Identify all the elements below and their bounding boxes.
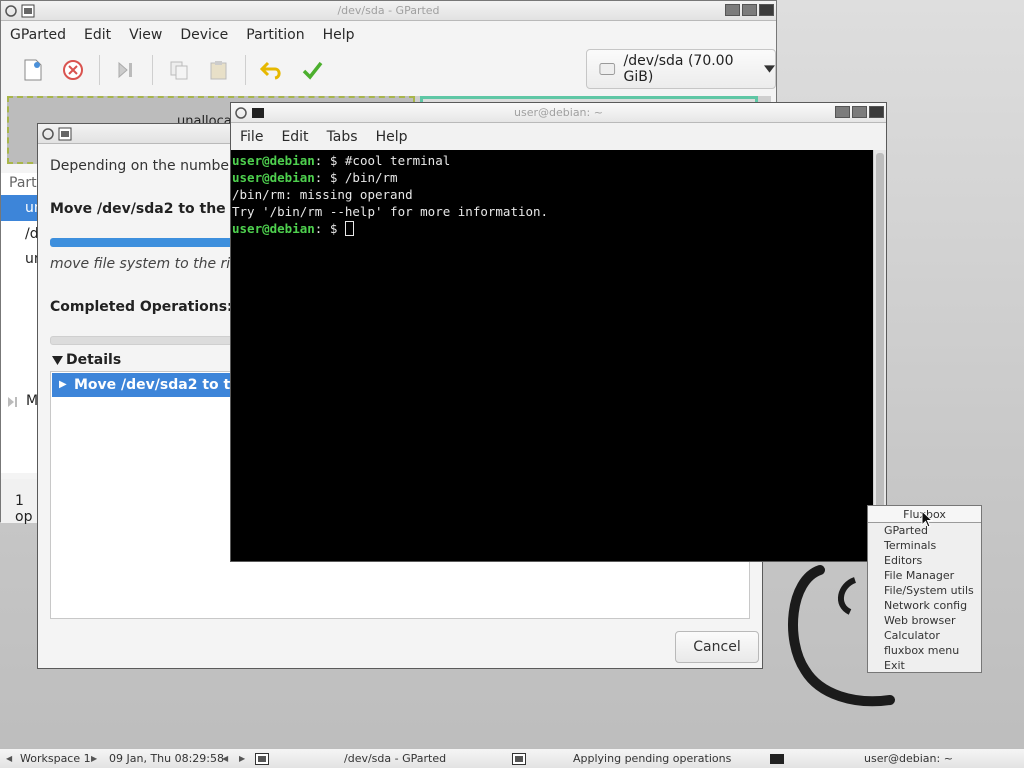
terminal-menubar: File Edit Tabs Help	[231, 124, 886, 150]
toolbar-separator	[99, 55, 100, 85]
menu-item-terminals[interactable]: Terminals	[868, 538, 981, 553]
debian-icon	[42, 128, 54, 140]
current-operation-subtitle: move file system to the right	[50, 256, 254, 272]
menu-edit[interactable]: Edit	[75, 27, 120, 43]
menu-partition[interactable]: Partition	[237, 27, 313, 43]
scrollbar-thumb[interactable]	[876, 153, 884, 553]
task-next-arrow[interactable]: ▶	[239, 749, 245, 768]
terminal-line: user@debian: $ /bin/rm	[232, 170, 398, 185]
menu-item-network-config[interactable]: Network config	[868, 598, 981, 613]
terminal-line: Try '/bin/rm --help' for more informatio…	[232, 204, 549, 219]
cancel-button[interactable]: Cancel	[675, 631, 759, 663]
delete-icon	[63, 60, 83, 80]
window-icon	[21, 4, 35, 18]
toolbar-separator	[152, 55, 153, 85]
device-label: /dev/sda (70.00 GiB)	[623, 53, 734, 85]
menu-edit[interactable]: Edit	[272, 129, 317, 145]
terminal-titlebar[interactable]: user@debian: ~	[231, 103, 886, 123]
menu-device[interactable]: Device	[171, 27, 237, 43]
menu-gparted[interactable]: GParted	[1, 27, 75, 43]
task-applying-operations[interactable]: Applying pending operations	[573, 749, 731, 768]
terminal-scrollbar[interactable]	[873, 150, 886, 561]
workspace-next-arrow[interactable]: ▶	[91, 749, 97, 768]
chevron-down-icon	[763, 65, 775, 73]
resize-move-button[interactable]	[106, 53, 146, 87]
task-gparted[interactable]: /dev/sda - GParted	[344, 749, 446, 768]
details-label: Details	[66, 352, 122, 368]
mouse-pointer-icon	[921, 510, 933, 528]
minimize-button[interactable]	[835, 106, 850, 118]
device-selector[interactable]: /dev/sda (70.00 GiB)	[586, 49, 776, 89]
gparted-title: /dev/sda - GParted	[337, 4, 440, 17]
terminal-window[interactable]: user@debian: ~ File Edit Tabs Help user@…	[230, 102, 887, 562]
new-icon	[24, 59, 42, 81]
dialog-task-icon	[512, 753, 526, 765]
workspace-prev-arrow[interactable]: ◀	[6, 749, 12, 768]
menu-item-exit[interactable]: Exit	[868, 658, 981, 673]
menu-item-editors[interactable]: Editors	[868, 553, 981, 568]
gparted-statusbar: 1 op	[1, 479, 41, 525]
maximize-button[interactable]	[852, 106, 867, 118]
resize-icon	[118, 61, 132, 79]
task-terminal[interactable]: user@debian: ~	[864, 749, 953, 768]
partition-list[interactable]: Part un /d un M	[1, 173, 43, 473]
menu-help[interactable]: Help	[314, 27, 364, 43]
delete-partition-button[interactable]	[53, 53, 93, 87]
terminal-line: user@debian: $ #cool terminal	[232, 153, 451, 168]
pending-op-icon	[8, 397, 17, 407]
terminal-task-icon	[770, 754, 784, 764]
list-header: Part	[9, 175, 37, 191]
text-cursor	[344, 221, 354, 236]
list-item-selected[interactable]: un	[1, 195, 43, 221]
clock: 09 Jan, Thu 08:29:58	[109, 752, 225, 765]
gparted-task-icon	[255, 753, 269, 765]
undo-icon	[260, 61, 281, 80]
menu-help[interactable]: Help	[367, 129, 417, 145]
terminal-line: user@debian: $	[232, 220, 873, 237]
terminal-line: /bin/rm: missing operand	[232, 187, 413, 202]
paste-button[interactable]	[199, 53, 239, 87]
workspace-label: Workspace 1	[20, 752, 91, 765]
menu-file[interactable]: File	[231, 129, 272, 145]
task-prev-arrow[interactable]: ◀	[222, 749, 228, 768]
expand-arrow-icon[interactable]: ▶	[59, 373, 67, 397]
checkmark-icon	[302, 61, 323, 80]
menu-item-calculator[interactable]: Calculator	[868, 628, 981, 643]
copy-button[interactable]	[159, 53, 199, 87]
taskbar: ◀ Workspace 1 ▶ 09 Jan, Thu 08:29:58 ◀ ▶…	[0, 748, 1024, 768]
menu-tabs[interactable]: Tabs	[318, 129, 367, 145]
window-icon	[58, 127, 72, 141]
menu-item-fluxbox-menu[interactable]: fluxbox menu	[868, 643, 981, 658]
new-partition-button[interactable]	[13, 53, 53, 87]
debian-icon	[235, 107, 247, 119]
gparted-titlebar[interactable]: /dev/sda - GParted	[1, 1, 776, 21]
gparted-menubar: GParted Edit View Device Partition Help	[1, 22, 776, 48]
terminal-output[interactable]: user@debian: $ #cool terminal user@debia…	[231, 150, 874, 561]
menu-view[interactable]: View	[120, 27, 171, 43]
triangle-down-icon	[52, 355, 63, 365]
terminal-icon	[252, 108, 264, 118]
paste-icon	[210, 61, 227, 80]
terminal-title: user@debian: ~	[514, 106, 603, 119]
close-button[interactable]	[869, 106, 884, 118]
completed-operations-label: Completed Operations:	[50, 299, 233, 315]
menu-item-file-manager[interactable]: File Manager	[868, 568, 981, 583]
menu-item-system-utils[interactable]: File/System utils	[868, 583, 981, 598]
close-button[interactable]	[759, 4, 774, 16]
apply-button[interactable]	[292, 53, 332, 87]
fluxbox-root-menu: Fluxbox GParted Terminals Editors File M…	[867, 505, 982, 673]
details-expander[interactable]: Details	[52, 352, 121, 368]
undo-button[interactable]	[252, 53, 292, 87]
minimize-button[interactable]	[725, 4, 740, 16]
maximize-button[interactable]	[742, 4, 757, 16]
drive-icon	[599, 63, 616, 75]
toolbar-separator	[245, 55, 246, 85]
copy-icon	[170, 61, 188, 80]
debian-icon	[5, 5, 17, 17]
menu-item-web-browser[interactable]: Web browser	[868, 613, 981, 628]
